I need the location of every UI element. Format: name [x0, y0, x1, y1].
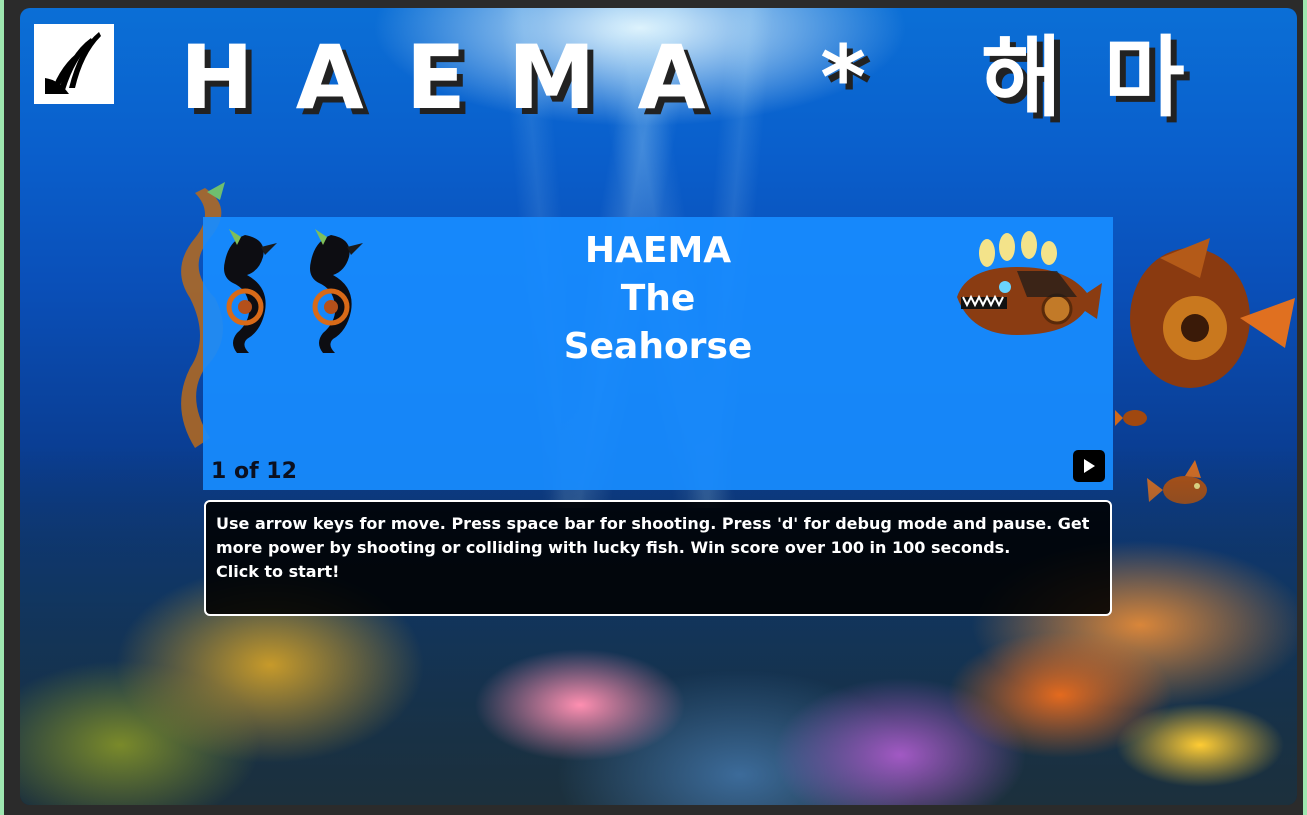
background-small-fish-icon — [1115, 410, 1147, 426]
game-scene[interactable]: HAEMA * 해마 HAEMA The Seahorse 1 of 12 Us… — [20, 8, 1297, 805]
app-frame: HAEMA * 해마 HAEMA The Seahorse 1 of 12 Us… — [0, 0, 1307, 815]
next-button[interactable] — [1073, 450, 1105, 482]
character-card: HAEMA The Seahorse 1 of 12 — [203, 217, 1113, 490]
background-robot-fish-icon — [1130, 238, 1295, 388]
instructions-text: Use arrow keys for move. Press space bar… — [216, 514, 1090, 557]
coral-reef — [20, 445, 1297, 805]
click-to-start-text: Click to start! — [216, 562, 340, 581]
steampunk-anglerfish-icon — [957, 231, 1102, 335]
game-title: HAEMA * 해마 — [180, 26, 1227, 129]
play-next-icon — [1084, 459, 1095, 473]
instructions-box[interactable]: Use arrow keys for move. Press space bar… — [204, 500, 1112, 616]
page-counter: 1 of 12 — [211, 459, 297, 484]
wing-logo-icon — [34, 24, 114, 104]
